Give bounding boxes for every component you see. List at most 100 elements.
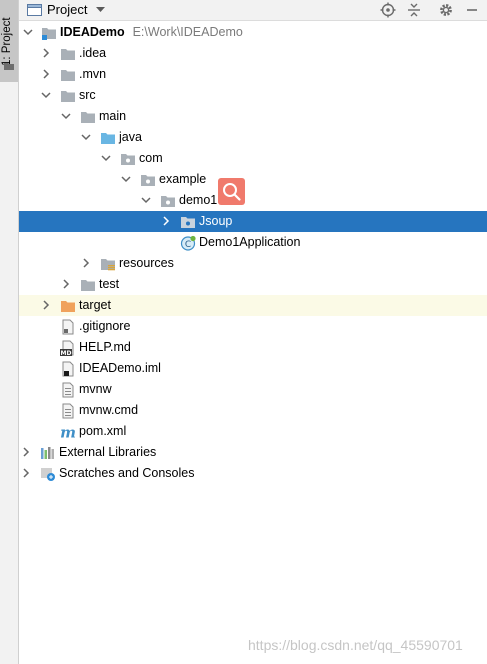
tree-row-idea[interactable]: .idea [19, 43, 487, 64]
tree-label: com [139, 151, 163, 165]
tree-row-test[interactable]: test [19, 274, 487, 295]
library-icon [41, 447, 54, 459]
tree-row-main[interactable]: main [19, 106, 487, 127]
tree-row-java[interactable]: java [19, 127, 487, 148]
tree-row-demo1[interactable]: demo1 [19, 190, 487, 211]
minimize-icon[interactable] [464, 2, 480, 18]
excluded-folder-icon [61, 301, 75, 312]
folder-icon [4, 63, 14, 70]
text-file-icon [62, 382, 74, 398]
folder-icon [61, 49, 75, 60]
tree-row-target[interactable]: target [19, 295, 487, 316]
tree-row-iml[interactable]: IDEADemo.iml [19, 358, 487, 379]
chevron-down-icon[interactable] [141, 195, 151, 205]
tree-row-mvnwcmd[interactable]: mvnw.cmd [19, 400, 487, 421]
package-icon [181, 217, 195, 228]
tree-label: Scratches and Consoles [59, 466, 195, 480]
tree-row-src[interactable]: src [19, 85, 487, 106]
text-file-icon [62, 403, 74, 419]
project-folder-icon [27, 4, 42, 16]
tree-label: pom.xml [79, 424, 127, 438]
tool-window-stripe: 1: Project [0, 0, 19, 664]
tree-row-mvnw[interactable]: mvnw [19, 379, 487, 400]
chevron-right-icon[interactable] [41, 300, 51, 310]
tree-row-demo1application[interactable]: C Demo1Application [19, 232, 487, 253]
markdown-file-icon: MD [60, 340, 74, 356]
tree-label: .idea [79, 46, 107, 60]
tree-label: main [99, 109, 127, 123]
view-selector-title[interactable]: Project [47, 2, 87, 17]
tree-label: test [99, 277, 120, 291]
tree-label: Jsoup [199, 214, 233, 228]
tree-row-scratches[interactable]: Scratches and Consoles [19, 463, 487, 484]
text-file-icon [62, 319, 74, 335]
tree-label: mvnw.cmd [79, 403, 139, 417]
project-tab-label: 1: Project [1, 17, 13, 66]
tree-label: demo1 [179, 193, 218, 207]
maven-icon: m [60, 424, 76, 440]
tree-row-com[interactable]: com [19, 148, 487, 169]
chevron-down-icon[interactable] [121, 174, 131, 184]
tree-label: target [79, 298, 111, 312]
scratches-icon [41, 468, 55, 481]
gear-icon[interactable] [438, 2, 454, 18]
chevron-down-icon[interactable] [23, 27, 33, 37]
source-folder-icon [101, 133, 115, 144]
tree-label: .mvn [79, 67, 107, 81]
tree-row-pom[interactable]: m pom.xml [19, 421, 487, 442]
package-icon [141, 175, 155, 186]
watermark: https://blog.csdn.net/qq_45590701 [248, 637, 463, 653]
tree-row-helpmd[interactable]: MD HELP.md [19, 337, 487, 358]
tree-label: External Libraries [59, 445, 157, 459]
tree-label: mvnw [79, 382, 112, 396]
locate-icon[interactable] [380, 2, 396, 18]
tree-row-mvn[interactable]: .mvn [19, 64, 487, 85]
tree-row-jsoup[interactable]: Jsoup [19, 211, 487, 232]
spring-boot-class-icon: C [180, 235, 196, 251]
chevron-right-icon[interactable] [81, 258, 91, 268]
tree-row-example[interactable]: example [19, 169, 487, 190]
tree-label: .gitignore [79, 319, 131, 333]
tree-label: src [79, 88, 96, 102]
chevron-right-icon[interactable] [21, 468, 31, 478]
maven-glyph: m [60, 424, 76, 440]
tree-row-root[interactable]: IDEADemo E:\Work\IDEADemo [19, 22, 487, 43]
tree-label: HELP.md [79, 340, 131, 354]
svg-text:C: C [185, 240, 191, 250]
tree-label: IDEADemo E:\Work\IDEADemo [60, 25, 243, 39]
tree-label: IDEADemo.iml [79, 361, 161, 375]
project-header: Project [19, 0, 487, 21]
folder-icon [81, 280, 95, 291]
project-tool-window-tab[interactable]: 1: Project [0, 0, 18, 82]
chevron-down-icon[interactable] [101, 153, 111, 163]
tree-label: resources [119, 256, 174, 270]
floating-search-badge[interactable] [218, 178, 245, 205]
chevron-right-icon[interactable] [21, 447, 31, 457]
chevron-right-icon[interactable] [61, 279, 71, 289]
search-icon [223, 183, 241, 201]
package-icon [161, 196, 175, 207]
chevron-right-icon[interactable] [161, 216, 171, 226]
project-path: E:\Work\IDEADemo [132, 25, 243, 39]
tree-label: Demo1Application [199, 235, 301, 249]
tree-label: java [119, 130, 142, 144]
resources-folder-icon [101, 259, 115, 271]
tree-row-gitignore[interactable]: .gitignore [19, 316, 487, 337]
folder-icon [61, 70, 75, 81]
folder-icon [61, 91, 75, 102]
chevron-down-icon[interactable] [96, 7, 105, 13]
chevron-right-icon[interactable] [41, 48, 51, 58]
module-folder-icon [42, 28, 56, 40]
tree-row-external-libraries[interactable]: External Libraries [19, 442, 487, 463]
chevron-down-icon[interactable] [41, 90, 51, 100]
folder-icon [81, 112, 95, 123]
chevron-down-icon[interactable] [61, 111, 71, 121]
tree-row-resources[interactable]: resources [19, 253, 487, 274]
chevron-down-icon[interactable] [81, 132, 91, 142]
module-file-icon [62, 361, 74, 377]
collapse-all-icon[interactable] [406, 2, 422, 18]
tree-label: example [159, 172, 207, 186]
md-badge-label: MD [61, 350, 72, 356]
chevron-right-icon[interactable] [41, 69, 51, 79]
package-icon [121, 154, 135, 165]
